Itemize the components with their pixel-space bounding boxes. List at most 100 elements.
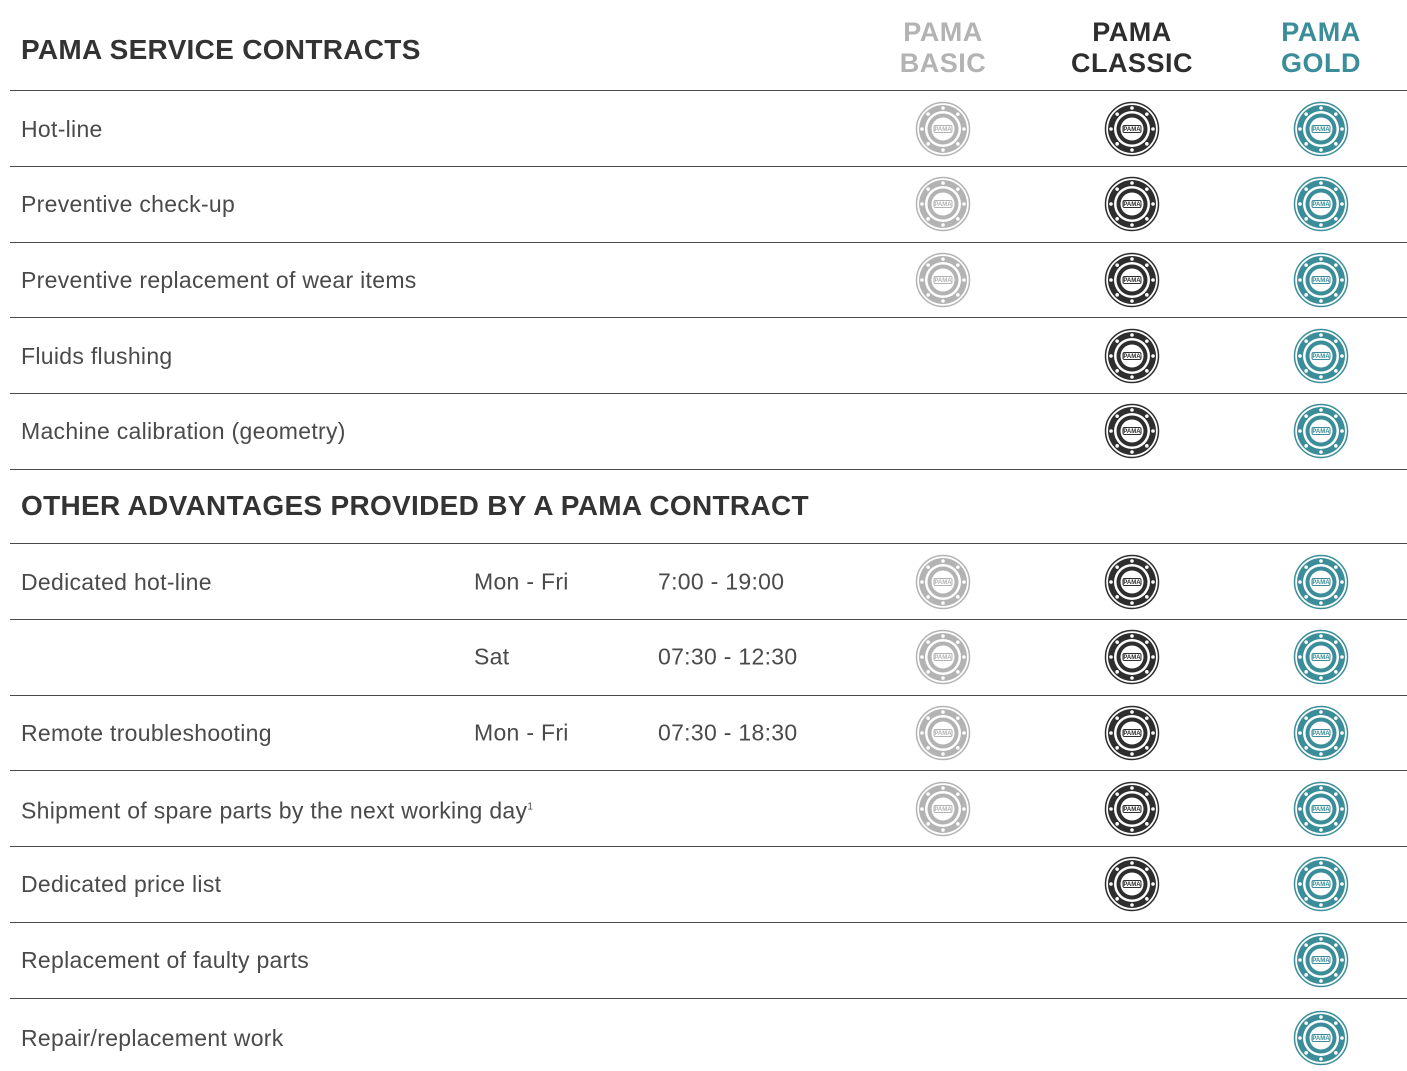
row-label-text: Machine calibration (geometry): [21, 418, 346, 445]
row-label-text: Preventive check-up: [21, 191, 236, 218]
svg-text:PAMA: PAMA: [934, 731, 952, 737]
table-row: Hot-line PAMA PAMA PAMA: [0, 91, 1407, 166]
svg-text:PAMA: PAMA: [1312, 580, 1330, 586]
svg-text:PAMA: PAMA: [1312, 429, 1330, 435]
svg-text:PAMA: PAMA: [1312, 882, 1330, 888]
row-label-text: Replacement of faulty parts: [21, 947, 310, 973]
pama-classic-icon: PAMA: [1104, 101, 1160, 157]
row-day: Sat: [474, 643, 510, 670]
page-title: PAMA SERVICE CONTRACTS: [21, 34, 421, 65]
column-header-basic-line2: BASIC: [899, 48, 987, 78]
column-header-basic-line1: PAMA: [903, 17, 983, 47]
pama-gold-icon: PAMA: [1293, 252, 1349, 308]
row-label: Fluids flushing: [21, 342, 173, 370]
svg-text:PAMA: PAMA: [1123, 202, 1141, 208]
table-row: Fluids flushing PAMA PAMA: [0, 318, 1407, 393]
pama-classic-icon: PAMA: [1104, 328, 1160, 384]
pama-classic-icon: PAMA: [1104, 856, 1160, 912]
row-hours: 07:30 - 12:30: [658, 643, 798, 670]
pama-gold-icon: PAMA: [1293, 781, 1349, 837]
table-row: Remote troubleshooting Mon - Fri 07:30 - 1…: [0, 695, 1407, 770]
table-row: Preventive replacement of wear items PAMA…: [0, 242, 1407, 317]
footnote-marker: 1: [527, 801, 534, 813]
row-label-text: Remote troubleshooting: [21, 719, 272, 746]
svg-text:PAMA: PAMA: [934, 807, 952, 813]
row-label-text: Preventive replacement of wear items: [21, 266, 417, 293]
svg-text:PAMA: PAMA: [934, 278, 952, 284]
pama-gold-icon: PAMA: [1293, 403, 1349, 459]
svg-text:PAMA: PAMA: [1123, 882, 1141, 888]
svg-text:PAMA: PAMA: [1312, 354, 1330, 360]
svg-text:PAMA: PAMA: [1312, 807, 1330, 813]
pama-gold-icon: PAMA: [1293, 1010, 1349, 1066]
svg-text:PAMA: PAMA: [1312, 278, 1330, 284]
svg-text:PAMA: PAMA: [934, 127, 952, 133]
pama-gold-icon: PAMA: [1293, 629, 1349, 685]
row-label: Machine calibration (geometry): [21, 417, 346, 445]
svg-text:PAMA: PAMA: [1312, 958, 1330, 964]
table-row: Replacement of faulty parts PAMA: [0, 923, 1407, 998]
pama-classic-icon: PAMA: [1104, 554, 1160, 610]
pama-gold-icon: PAMA: [1293, 932, 1349, 988]
row-day: Mon - Fri: [474, 719, 569, 746]
table-row: Shipment of spare parts by the next work…: [0, 771, 1407, 846]
row-label: Preventive check-up: [21, 190, 235, 218]
svg-text:PAMA: PAMA: [1312, 127, 1330, 133]
svg-text:PAMA: PAMA: [1312, 655, 1330, 661]
svg-text:PAMA: PAMA: [1312, 202, 1330, 208]
column-header-gold-line1: PAMA: [1281, 17, 1361, 47]
row-label-text: Dedicated hot-line: [21, 568, 212, 595]
pama-basic-icon: PAMA: [915, 176, 971, 232]
row-hours: 07:30 - 18:30: [658, 719, 798, 746]
row-label: Replacement of faulty parts: [21, 946, 309, 974]
pama-basic-icon: PAMA: [915, 554, 971, 610]
column-header-classic-line1: PAMA: [1092, 17, 1172, 47]
pama-basic-icon: PAMA: [915, 252, 971, 308]
row-label: Preventive replacement of wear items: [21, 266, 417, 294]
row-label-text: Dedicated price list: [21, 871, 222, 898]
pama-gold-icon: PAMA: [1293, 176, 1349, 232]
table-row: Preventive check-up PAMA PAMA PAMA: [0, 167, 1407, 242]
row-day: Mon - Fri: [474, 568, 569, 594]
column-header-gold-line2: GOLD: [1281, 48, 1361, 78]
row-label-text: Fluids flushing: [21, 342, 173, 369]
column-header-gold: PAMA GOLD: [1226, 17, 1407, 79]
pama-basic-icon: PAMA: [915, 705, 971, 761]
svg-text:PAMA: PAMA: [1123, 580, 1141, 586]
table-row: Machine calibration (geometry) PAMA PAMA: [0, 394, 1407, 469]
row-label: Shipment of spare parts by the next work…: [21, 793, 533, 824]
svg-text:PAMA: PAMA: [1123, 354, 1141, 360]
svg-text:PAMA: PAMA: [1123, 807, 1141, 813]
section-title: OTHER ADVANTAGES PROVIDED BY A PAMA CONT…: [21, 490, 809, 521]
row-label: Repair/replacement work: [21, 1024, 284, 1052]
pama-gold-icon: PAMA: [1293, 328, 1349, 384]
divider: [10, 468, 1407, 470]
svg-text:PAMA: PAMA: [1123, 731, 1141, 737]
pama-basic-icon: PAMA: [915, 629, 971, 685]
svg-text:PAMA: PAMA: [934, 202, 952, 208]
svg-text:PAMA: PAMA: [1123, 429, 1141, 435]
pama-classic-icon: PAMA: [1104, 705, 1160, 761]
table-row: Sat 07:30 - 12:30 PAMA PAMA PAMA: [0, 620, 1407, 695]
pama-gold-icon: PAMA: [1293, 101, 1349, 157]
pama-basic-icon: PAMA: [915, 101, 971, 157]
table-row: Dedicated price list PAMA PAMA: [0, 847, 1407, 922]
row-label: Hot-line: [21, 115, 103, 143]
row-label-text: Shipment of spare parts by the next work…: [21, 796, 528, 823]
svg-text:PAMA: PAMA: [1312, 731, 1330, 737]
row-label-text: Hot-line: [21, 115, 103, 142]
pama-classic-icon: PAMA: [1104, 629, 1160, 685]
svg-text:PAMA: PAMA: [934, 655, 952, 661]
pama-gold-icon: PAMA: [1293, 705, 1349, 761]
column-header-classic-line2: CLASSIC: [1070, 48, 1193, 78]
pama-gold-icon: PAMA: [1293, 554, 1349, 610]
row-hours: 7:00 - 19:00: [658, 568, 785, 594]
row-label-text: Repair/replacement work: [21, 1025, 284, 1052]
pama-classic-icon: PAMA: [1104, 252, 1160, 308]
pama-gold-icon: PAMA: [1293, 856, 1349, 912]
pama-classic-icon: PAMA: [1104, 176, 1160, 232]
svg-text:PAMA: PAMA: [1123, 278, 1141, 284]
row-label: Remote troubleshooting: [21, 719, 272, 747]
pama-classic-icon: PAMA: [1104, 781, 1160, 837]
table-row: Repair/replacement work PAMA: [0, 998, 1407, 1066]
